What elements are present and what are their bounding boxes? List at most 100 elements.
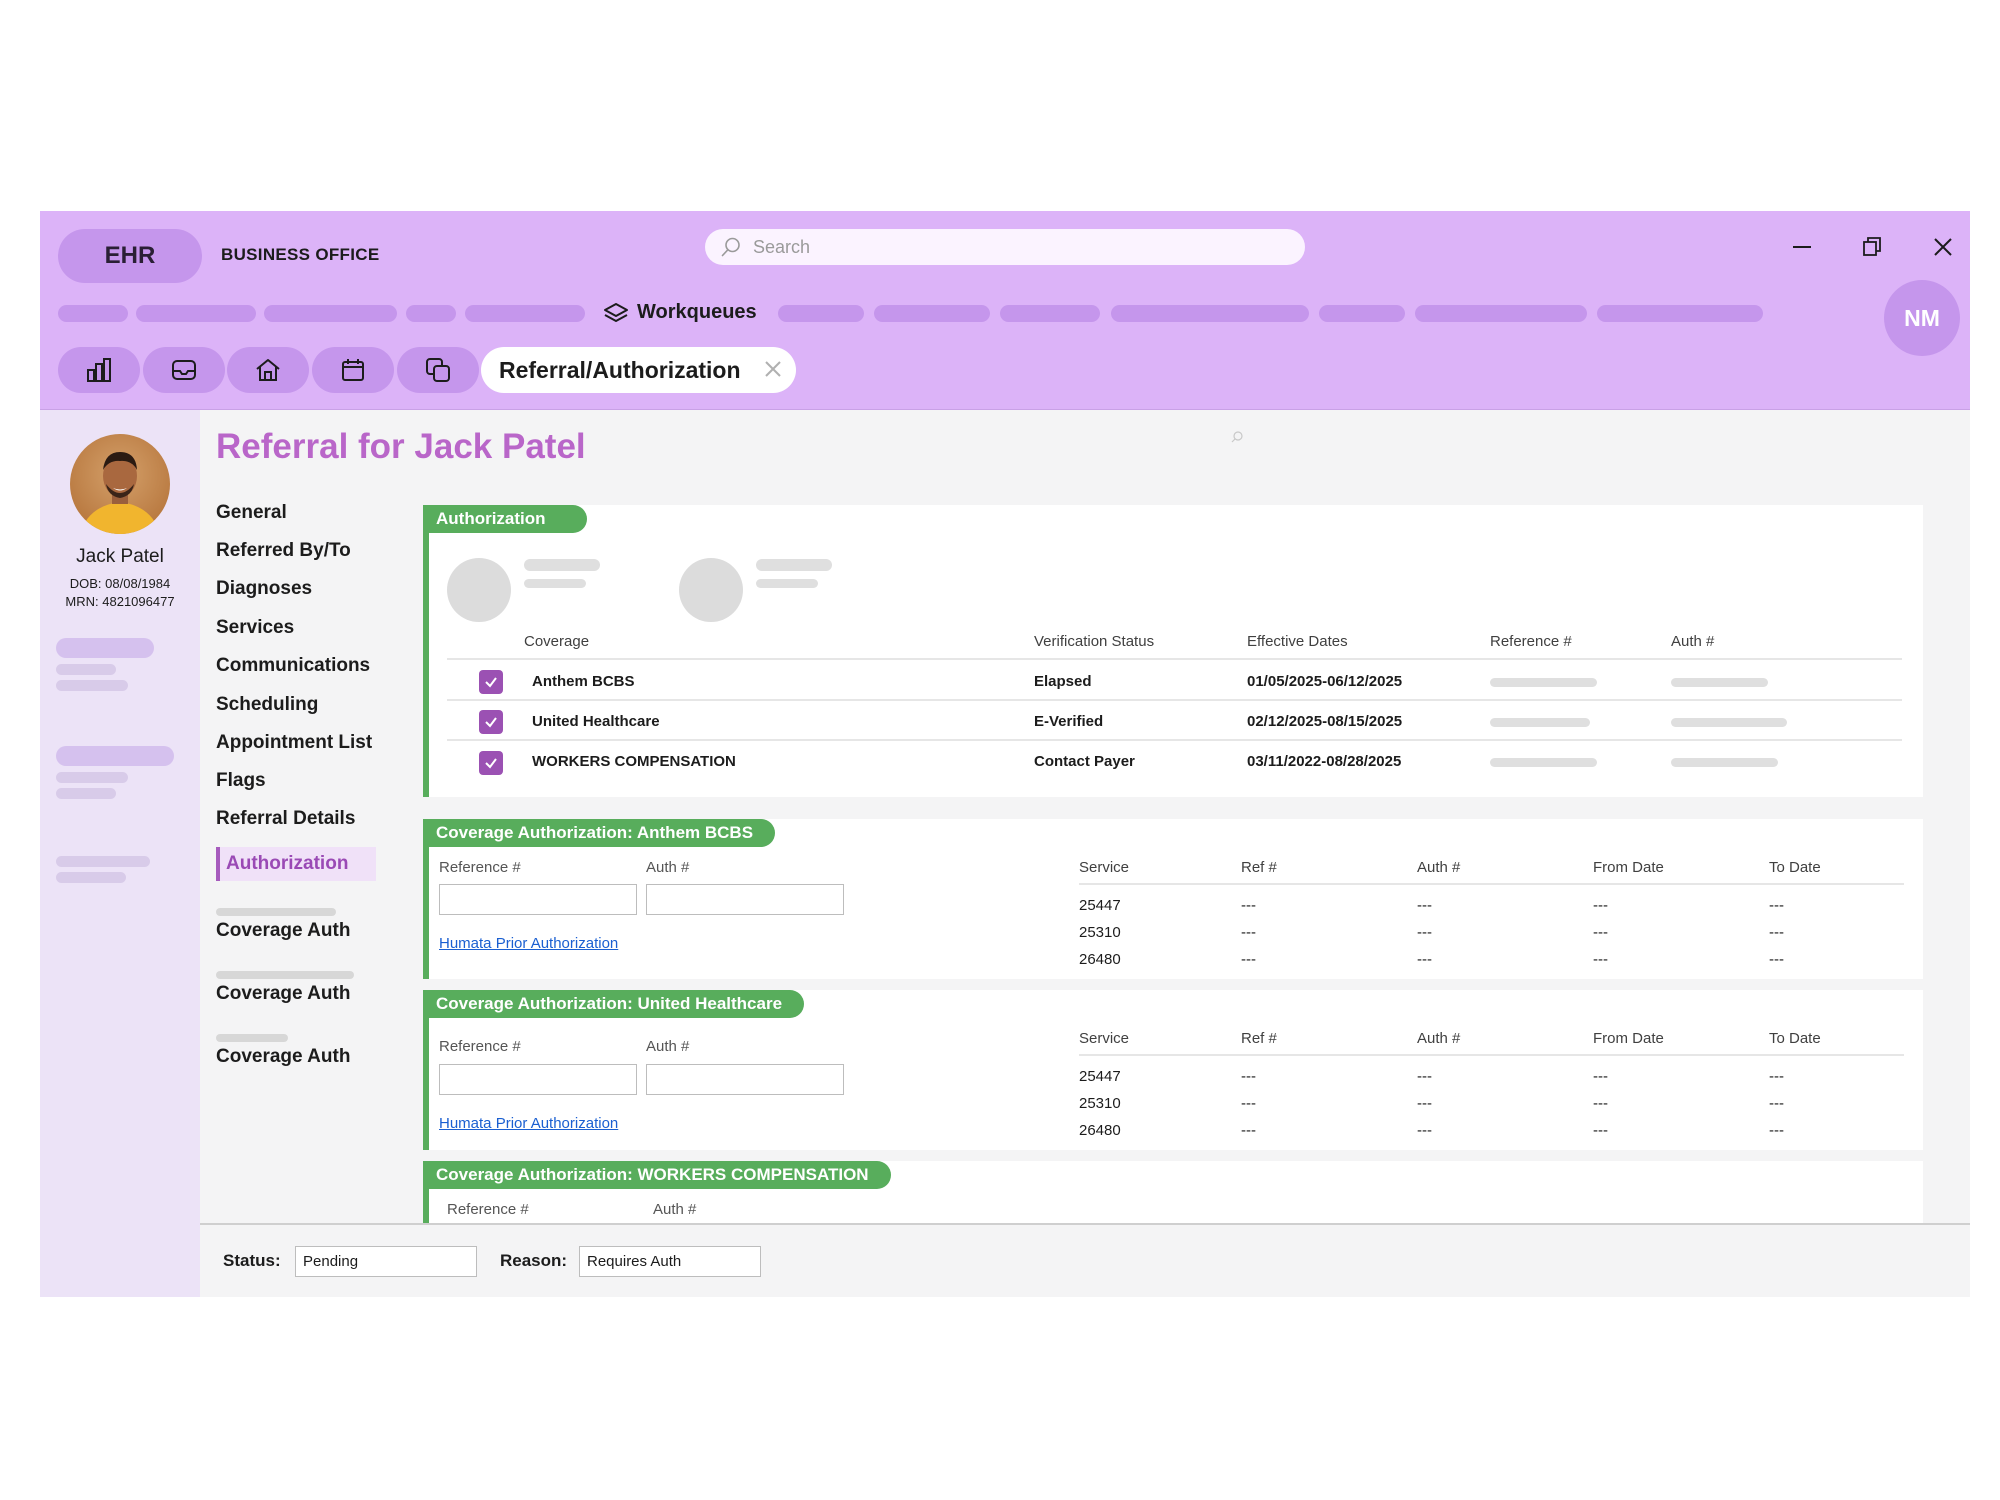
status-footer: Status: Reason: (200, 1223, 1970, 1297)
workqueues-link[interactable]: Workqueues (603, 301, 757, 324)
minimize-button[interactable] (1784, 229, 1820, 265)
nav-flags[interactable]: Flags (216, 770, 266, 792)
status-field[interactable] (295, 1246, 477, 1277)
service-code: 25310 (1079, 924, 1121, 941)
nav-referred-by-to[interactable]: Referred By/To (216, 540, 351, 562)
from-date: --- (1593, 897, 1608, 914)
workqueues-label: Workqueues (637, 301, 757, 323)
nav-scheduling[interactable]: Scheduling (216, 694, 318, 716)
patient-info-placeholder (56, 872, 126, 883)
tab-documents[interactable] (397, 347, 479, 393)
reason-field[interactable] (579, 1246, 761, 1277)
reference-label: Reference # (439, 1038, 521, 1055)
from-date: --- (1593, 924, 1608, 941)
humata-prior-auth-link[interactable]: Humata Prior Authorization (439, 935, 618, 952)
close-window-button[interactable] (1925, 229, 1961, 265)
search-icon (1231, 431, 1243, 443)
search-bar[interactable] (705, 229, 1305, 265)
divider (447, 739, 1902, 741)
app-badge[interactable]: EHR (58, 229, 202, 283)
tab-inbox[interactable] (143, 347, 225, 393)
section-tag: Coverage Authorization: Anthem BCBS (429, 819, 776, 847)
from-date: --- (1593, 951, 1608, 968)
col-header-to-date: To Date (1769, 1030, 1821, 1047)
coverage-checkbox[interactable] (479, 710, 503, 734)
auth-value: --- (1417, 897, 1432, 914)
check-icon (485, 758, 497, 769)
reference-placeholder (1490, 678, 1597, 687)
nav-coverage-auth-1[interactable]: Coverage Auth (216, 920, 350, 942)
coverage-name: United Healthcare (532, 713, 660, 730)
minimize-icon (1793, 246, 1811, 248)
page-title: Referral for Jack Patel (216, 427, 586, 466)
coverage-auth-panel-anthem: Coverage Authorization: Anthem BCBS Refe… (423, 819, 1923, 979)
patient-info-placeholder (56, 664, 116, 675)
nav-general[interactable]: General (216, 502, 287, 524)
humata-prior-auth-link[interactable]: Humata Prior Authorization (439, 1115, 618, 1132)
service-code: 26480 (1079, 1122, 1121, 1139)
reason-label: Reason: (500, 1251, 568, 1270)
placeholder-bar (756, 559, 832, 571)
section-tag: Coverage Authorization: WORKERS COMPENSA… (429, 1161, 891, 1189)
coverage-name: WORKERS COMPENSATION (532, 753, 736, 770)
reference-input[interactable] (439, 884, 637, 915)
restore-icon (1863, 237, 1881, 256)
close-tab-icon[interactable] (762, 358, 784, 380)
search-input[interactable] (753, 236, 1273, 258)
reference-input[interactable] (439, 1064, 637, 1095)
section-tag: Coverage Authorization: United Healthcar… (429, 990, 805, 1018)
user-avatar[interactable]: NM (1884, 280, 1960, 356)
nav-services[interactable]: Services (216, 617, 294, 639)
coverage-card-placeholder (679, 558, 743, 622)
verification-status: Elapsed (1034, 673, 1092, 690)
layers-icon (604, 302, 628, 322)
effective-dates: 03/11/2022-08/28/2025 (1247, 753, 1402, 770)
restore-button[interactable] (1854, 229, 1890, 265)
coverage-auth-panel-workers-comp: Coverage Authorization: WORKERS COMPENSA… (423, 1161, 1923, 1231)
nav-communications[interactable]: Communications (216, 655, 370, 677)
from-date: --- (1593, 1122, 1608, 1139)
auth-input[interactable] (646, 1064, 844, 1095)
col-header-reference: Reference # (1490, 633, 1572, 650)
nav-placeholder (1597, 305, 1763, 322)
auth-input[interactable] (646, 884, 844, 915)
tab-analytics[interactable] (58, 347, 140, 393)
patient-info-placeholder (56, 680, 128, 691)
ref-value: --- (1241, 1122, 1256, 1139)
coverage-checkbox[interactable] (479, 670, 503, 694)
ehr-window: EHR BUSINESS OFFICE NM Workqueues (40, 211, 1970, 1297)
patient-dob: DOB: 08/08/1984 (69, 576, 171, 591)
nav-coverage-auth-3[interactable]: Coverage Auth (216, 1046, 350, 1068)
tab-calendar[interactable] (312, 347, 394, 393)
auth-label: Auth # (653, 1201, 697, 1218)
reference-label: Reference # (439, 859, 521, 876)
nav-placeholder (1111, 305, 1309, 322)
active-tab-label: Referral/Authorization (499, 356, 741, 383)
patient-name: Jack Patel (76, 546, 164, 567)
coverage-name: Anthem BCBS (532, 673, 635, 690)
nav-placeholder (216, 1034, 288, 1042)
nav-placeholder (406, 305, 456, 322)
service-code: 25310 (1079, 1095, 1121, 1112)
coverage-checkbox[interactable] (479, 751, 503, 775)
nav-appointment-list[interactable]: Appointment List (216, 732, 372, 754)
from-date: --- (1593, 1068, 1608, 1085)
verification-status: Contact Payer (1034, 753, 1135, 770)
tab-referral-authorization[interactable]: Referral/Authorization (481, 347, 796, 393)
nav-referral-details[interactable]: Referral Details (216, 808, 355, 830)
inbox-icon (172, 360, 196, 380)
nav-coverage-auth-2[interactable]: Coverage Auth (216, 983, 350, 1005)
coverage-card-placeholder (447, 558, 511, 622)
nav-placeholder (58, 305, 128, 322)
col-header-to-date: To Date (1769, 859, 1821, 876)
patient-info-placeholder (56, 856, 150, 867)
nav-diagnoses[interactable]: Diagnoses (216, 578, 312, 600)
auth-value: --- (1417, 1095, 1432, 1112)
tab-home[interactable] (227, 347, 309, 393)
auth-placeholder (1671, 718, 1787, 727)
nav-authorization[interactable]: Authorization (216, 847, 376, 881)
col-header-auth: Auth # (1417, 1030, 1461, 1047)
to-date: --- (1769, 1095, 1784, 1112)
ref-value: --- (1241, 951, 1256, 968)
close-icon (1934, 238, 1952, 256)
